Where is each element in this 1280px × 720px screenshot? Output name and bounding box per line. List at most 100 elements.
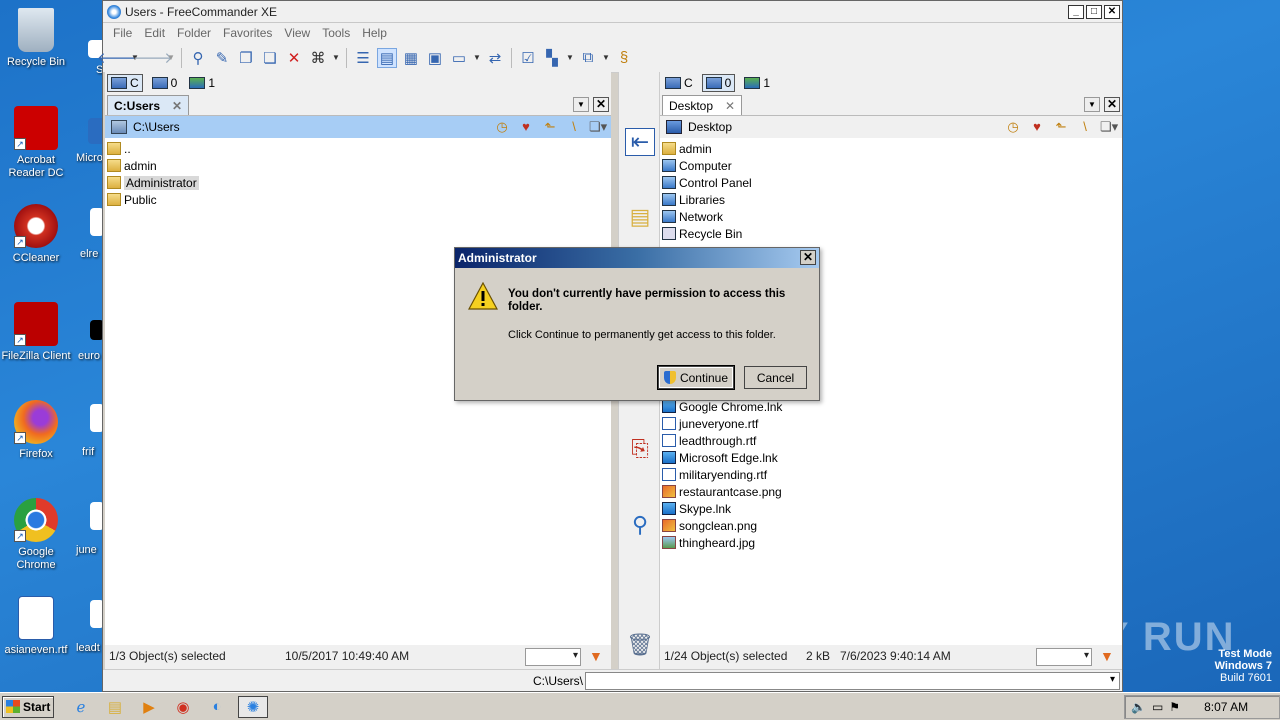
tree-view-icon[interactable]: ☰ xyxy=(353,48,373,68)
maximize-button[interactable]: □ xyxy=(1086,4,1102,19)
forward-icon[interactable]: 🡒 xyxy=(133,48,173,68)
network-tray-icon[interactable]: ▭ xyxy=(1152,700,1163,714)
menu-favorites[interactable]: Favorites xyxy=(217,26,278,40)
close-window-button[interactable]: ✕ xyxy=(1104,4,1120,19)
right-path-bar[interactable]: Desktop ◷ ♥ ⬑ \ ❏▾ xyxy=(660,116,1122,138)
clock[interactable]: 8:07 AM xyxy=(1204,700,1248,714)
list-item[interactable]: admin xyxy=(660,140,1122,157)
copy-to-left-icon[interactable]: ⇤ xyxy=(625,128,655,156)
menu-file[interactable]: File xyxy=(107,26,138,40)
drive-1[interactable]: 1 xyxy=(186,75,218,91)
details-view-icon[interactable]: ▤ xyxy=(377,47,397,68)
drive-1[interactable]: 1 xyxy=(741,75,773,91)
chrome-taskbar-icon[interactable]: ◉ xyxy=(170,696,196,718)
start-button[interactable]: Start xyxy=(2,695,54,718)
filter-icon[interactable]: ▼ xyxy=(589,648,605,664)
drive-c[interactable]: C xyxy=(107,74,143,92)
drive-c[interactable]: C xyxy=(662,75,696,91)
dropdown-arrow-icon[interactable]: ▼ xyxy=(566,48,574,68)
filter-combo[interactable] xyxy=(525,648,581,666)
dropdown-arrow-icon[interactable]: ▼ xyxy=(473,48,481,68)
desktop-icon-partial[interactable]: leadt xyxy=(66,600,102,655)
close-tab-icon[interactable]: ✕ xyxy=(172,99,182,113)
dialog-title-bar[interactable]: Administrator ✕ xyxy=(455,248,819,268)
title-bar[interactable]: Users - FreeCommander XE _ □ ✕ xyxy=(103,1,1122,23)
list-item[interactable]: Recycle Bin xyxy=(660,225,1122,242)
dropdown-arrow-icon[interactable]: ▼ xyxy=(167,48,175,68)
close-pane-button[interactable]: ✕ xyxy=(1104,97,1120,112)
root-folder-icon[interactable]: \ xyxy=(565,119,583,135)
close-tab-icon[interactable]: ✕ xyxy=(725,99,735,113)
desktop-icon-asianeven[interactable]: asianeven.rtf xyxy=(0,596,72,657)
menu-folder[interactable]: Folder xyxy=(171,26,217,40)
desktop-icon-partial[interactable]: frif xyxy=(66,404,102,459)
desktop-icon-filezilla[interactable]: ↗ FileZilla Client xyxy=(0,302,72,363)
desktop-icon-recycle-bin[interactable]: Recycle Bin xyxy=(0,8,72,69)
tab-list-dropdown[interactable]: ▼ xyxy=(573,97,589,112)
favorites-icon[interactable]: ♥ xyxy=(1028,119,1046,135)
desktop-icon-ccleaner[interactable]: ↗ CCleaner xyxy=(0,204,72,265)
compare-folders-icon[interactable]: ▤ xyxy=(625,204,655,232)
tab-desktop[interactable]: Desktop ✕ xyxy=(662,95,743,115)
drive-0[interactable]: 0 xyxy=(149,75,181,91)
tab-c-users[interactable]: C:Users ✕ xyxy=(107,95,190,115)
media-player-taskbar-icon[interactable]: ▶ xyxy=(136,696,162,718)
menu-tools[interactable]: Tools xyxy=(316,26,356,40)
left-path-bar[interactable]: C:\Users ◷ ♥ ⬑ \ ❏▾ xyxy=(105,116,611,138)
desktop-icon-partial[interactable]: euro xyxy=(66,320,102,363)
command-line-input[interactable] xyxy=(585,672,1120,690)
search-icon[interactable]: ⚲ xyxy=(625,512,655,540)
desktop-icon-partial[interactable]: june xyxy=(66,502,102,557)
volume-icon[interactable]: 🔈 xyxy=(1131,700,1146,714)
list-item[interactable]: songclean.png xyxy=(660,517,782,534)
history-icon[interactable]: ◷ xyxy=(493,119,511,135)
cancel-button[interactable]: Cancel xyxy=(744,366,807,389)
list-item[interactable]: Skype.lnk xyxy=(660,500,782,517)
drive-0[interactable]: 0 xyxy=(701,74,736,92)
search-icon[interactable]: ⚲ xyxy=(188,48,208,68)
history-icon[interactable]: ◷ xyxy=(1004,119,1022,135)
copy-path-icon[interactable]: ❏▾ xyxy=(589,119,607,135)
action-center-flag-icon[interactable]: ⚑ xyxy=(1169,700,1180,714)
script-icon[interactable]: § xyxy=(614,48,634,68)
panel-view-icon[interactable]: ▭ xyxy=(449,48,469,68)
freecommander-taskbar-icon[interactable]: ✺ xyxy=(238,695,268,718)
list-item[interactable]: Network xyxy=(660,208,1122,225)
copy-icon[interactable]: ❐ xyxy=(236,48,256,68)
list-item[interactable]: Public xyxy=(105,191,611,208)
checklist-icon[interactable]: ☑ xyxy=(518,48,538,68)
parent-folder-icon[interactable]: ⬑ xyxy=(541,119,559,135)
window-icon[interactable]: ⧉ xyxy=(578,48,598,68)
grid-layout-icon[interactable]: ▚ xyxy=(542,48,562,68)
list-item[interactable]: Computer xyxy=(660,157,1122,174)
list-item[interactable]: Control Panel xyxy=(660,174,1122,191)
rename-icon[interactable]: ✎ xyxy=(212,48,232,68)
favorites-icon[interactable]: ♥ xyxy=(517,119,535,135)
move-icon[interactable]: ❏ xyxy=(260,48,280,68)
sync-icon[interactable]: ⇄ xyxy=(485,48,505,68)
list-view-icon[interactable]: ▦ xyxy=(401,48,421,68)
desktop-icon-firefox[interactable]: ↗ Firefox xyxy=(0,400,72,461)
recycle-bin-icon[interactable]: 🗑 xyxy=(625,632,655,660)
desktop-icon-partial[interactable]: elre xyxy=(66,208,102,261)
thumbnail-view-icon[interactable]: ▣ xyxy=(425,48,445,68)
list-item[interactable]: .. xyxy=(105,140,611,157)
ie-taskbar-icon[interactable]: ℯ xyxy=(68,696,94,718)
list-item[interactable]: admin xyxy=(105,157,611,174)
delete-icon[interactable]: ✕ xyxy=(284,48,304,68)
parent-folder-icon[interactable]: ⬑ xyxy=(1052,119,1070,135)
list-item[interactable]: Administrator xyxy=(105,174,611,191)
dropdown-arrow-icon[interactable]: ▼ xyxy=(332,48,340,68)
desktop-icon-chrome[interactable]: ↗ Google Chrome xyxy=(0,498,72,572)
filter-icon[interactable]: ▼ xyxy=(1100,648,1116,664)
close-pane-button[interactable]: ✕ xyxy=(593,97,609,112)
desktop-icon-partial[interactable]: Micro xyxy=(66,118,102,165)
back-icon[interactable]: 🡐 xyxy=(97,48,137,68)
menu-edit[interactable]: Edit xyxy=(138,26,171,40)
desktop-icon-acrobat[interactable]: ↗ Acrobat Reader DC xyxy=(0,106,72,180)
dialog-close-button[interactable]: ✕ xyxy=(800,250,816,265)
tab-list-dropdown[interactable]: ▼ xyxy=(1084,97,1100,112)
continue-button[interactable]: Continue xyxy=(658,366,734,389)
list-item[interactable]: Libraries xyxy=(660,191,1122,208)
pdf-convert-icon[interactable]: ⎘ xyxy=(625,436,655,464)
